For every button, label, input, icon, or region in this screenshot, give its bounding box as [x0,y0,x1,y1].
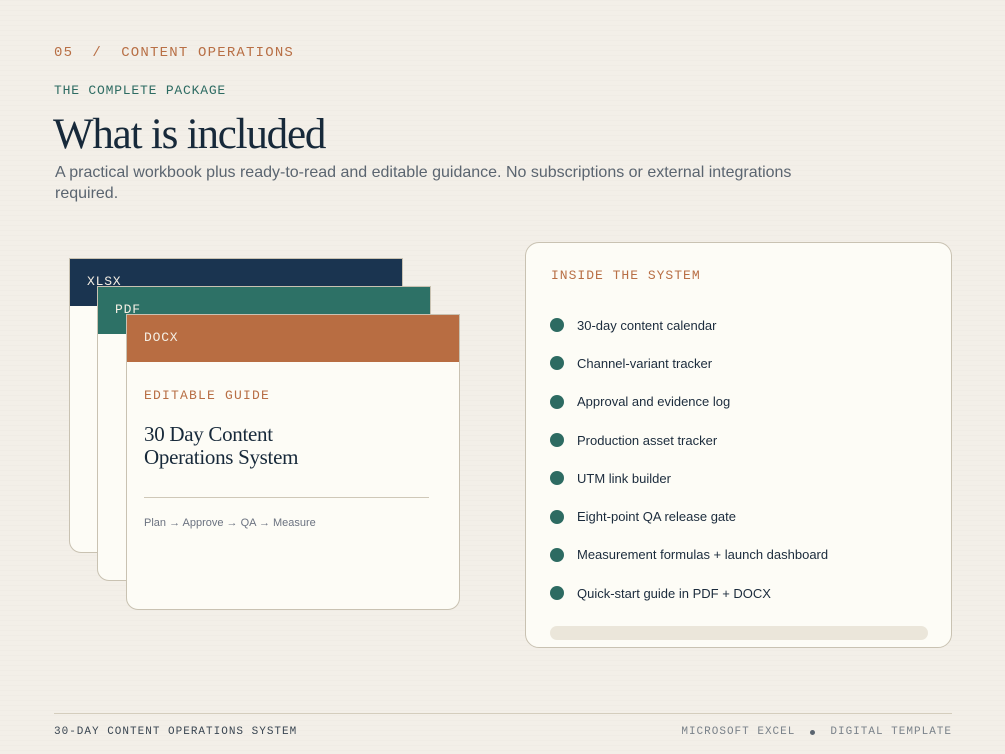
bullet-dot-icon [550,586,564,601]
docx-document-header: DOCX [127,315,459,362]
list-item: Eight-point QA release gate [550,497,828,535]
list-item-label: Production asset tracker [577,432,718,448]
page-subtitle: A practical workbook plus ready-to-read … [55,164,792,202]
list-item-label: 30-day content calendar [577,317,717,333]
docx-guide-title: 30 Day Content Operations System [144,422,299,469]
section-kicker: 05 / CONTENT OPERATIONS [54,45,295,61]
footer-format: DIGITAL TEMPLATE [830,726,952,738]
bullet-dot-icon [550,547,564,562]
list-item-label: Eight-point QA release gate [577,509,736,525]
docx-workflow-text: Plan → Approve → QA → Measure [144,517,316,529]
list-item-label: Measurement formulas + launch dashboard [577,547,829,563]
docx-divider [144,497,429,498]
footer-meta: MICROSOFT EXCEL DIGITAL TEMPLATE [681,726,952,738]
list-item-label: Approval and evidence log [577,394,731,410]
list-item: 30-day content calendar [550,306,828,344]
list-item: Measurement formulas + launch dashboard [550,536,828,574]
bullet-dot-icon [550,433,564,448]
list-item: Approval and evidence log [550,383,828,421]
list-item: Production asset tracker [550,421,828,459]
list-item-label: Quick-start guide in PDF + DOCX [577,585,771,601]
footer-platform: MICROSOFT EXCEL [681,726,796,738]
list-item-label: Channel-variant tracker [577,355,713,371]
list-item-label: UTM link builder [577,470,671,486]
footer-divider [54,713,952,714]
bullet-dot-icon [550,394,564,409]
docx-document-card: DOCX EDITABLE GUIDE 30 Day Content Opera… [126,314,460,610]
list-item: UTM link builder [550,459,828,497]
panel-footer-bar [550,626,928,640]
separator-dot-icon [810,729,816,735]
footer-product-name: 30-DAY CONTENT OPERATIONS SYSTEM [54,726,298,738]
bullet-dot-icon [550,509,564,524]
list-item: Quick-start guide in PDF + DOCX [550,574,828,612]
eyebrow-label: THE COMPLETE PACKAGE [54,83,227,98]
feature-list: 30-day content calendar Channel-variant … [550,306,828,612]
page-title: What is included [53,111,326,158]
bullet-dot-icon [550,356,564,371]
panel-title: INSIDE THE SYSTEM [551,268,701,283]
docx-guide-label: EDITABLE GUIDE [144,388,271,403]
list-item: Channel-variant tracker [550,344,828,382]
bullet-dot-icon [550,471,564,486]
inside-system-panel: INSIDE THE SYSTEM 30-day content calenda… [525,242,952,648]
bullet-dot-icon [550,318,564,333]
